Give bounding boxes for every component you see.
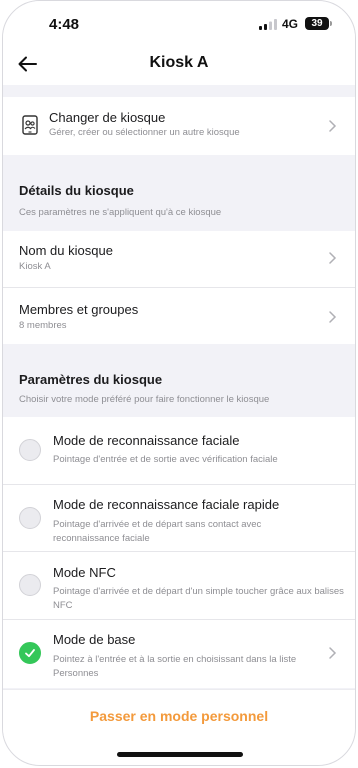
radio-button-checked[interactable] [19,642,41,664]
change-kiosk-title: Changer de kiosque [49,110,166,125]
chevron-right-icon [329,252,337,264]
mode-description: Pointage d'arrivée et de départ sans con… [53,519,262,544]
home-indicator[interactable] [117,752,243,757]
radio-button[interactable] [19,439,41,461]
change-kiosk-subtitle: Gérer, créer ou sélectionner un autre ki… [49,127,240,138]
mode-description: Pointage d'arrivée et de départ d'un sim… [53,586,344,611]
kiosk-details-section-header: Détails du kiosque Ces paramètres ne s'a… [3,155,355,231]
mode-title: Mode de reconnaissance faciale rapide [53,497,280,512]
phone-frame: 4:48 4G 39 Kiosk A Changer de kiosque Gé… [2,0,356,766]
nav-header: Kiosk A [3,45,355,85]
members-groups-title: Membres et groupes [19,302,139,317]
chevron-right-icon [329,311,337,323]
mode-option-nfc[interactable]: Mode NFC Pointage d'arrivée et de départ… [3,552,355,619]
kiosk-settings-heading: Paramètres du kiosque [19,372,163,387]
kiosk-details-heading: Détails du kiosque [19,183,134,198]
members-groups-value: 8 membres [19,320,67,331]
page-title: Kiosk A [149,54,209,71]
kiosk-settings-description: Choisir votre mode préféré pour faire fo… [19,394,270,405]
kiosk-name-value: Kiosk A [19,261,51,272]
mode-title: Mode de base [53,632,136,647]
mode-description: Pointez à l'entrée et à la sortie en cho… [53,654,297,679]
chevron-right-icon [329,120,337,132]
mode-description: Pointage d'entrée et de sortie avec véri… [53,454,278,465]
signal-icon [259,19,277,30]
members-groups-row[interactable]: Membres et groupes 8 membres [3,288,355,344]
battery-icon: 39 [305,17,329,30]
battery-tip [330,21,332,26]
spacer [3,85,355,97]
checkmark-icon [25,649,35,658]
status-bar: 4:48 4G 39 [3,1,355,45]
kiosk-settings-section-header: Paramètres du kiosque Choisir votre mode… [3,344,355,417]
radio-button[interactable] [19,507,41,529]
tablet-users-icon [22,115,38,135]
radio-button[interactable] [19,574,41,596]
network-type: 4G [282,17,299,31]
status-time: 4:48 [49,16,80,33]
switch-personal-mode-button[interactable]: Passer en mode personnel [3,708,355,724]
mode-option-fast-facial[interactable]: Mode de reconnaissance faciale rapide Po… [3,485,355,551]
change-kiosk-row[interactable]: Changer de kiosque Gérer, créer ou sélec… [3,97,355,155]
mode-title: Mode NFC [53,565,116,580]
mode-option-basic[interactable]: Mode de base Pointez à l'entrée et à la … [3,620,355,688]
chevron-right-icon [329,647,337,659]
kiosk-name-row[interactable]: Nom du kiosque Kiosk A [3,231,355,287]
mode-option-facial[interactable]: Mode de reconnaissance faciale Pointage … [3,417,355,484]
kiosk-name-title: Nom du kiosque [19,243,113,258]
bottom-bar: Passer en mode personnel [3,689,355,765]
kiosk-details-description: Ces paramètres ne s'appliquent qu'à ce k… [19,207,222,218]
mode-title: Mode de reconnaissance faciale [53,433,240,448]
